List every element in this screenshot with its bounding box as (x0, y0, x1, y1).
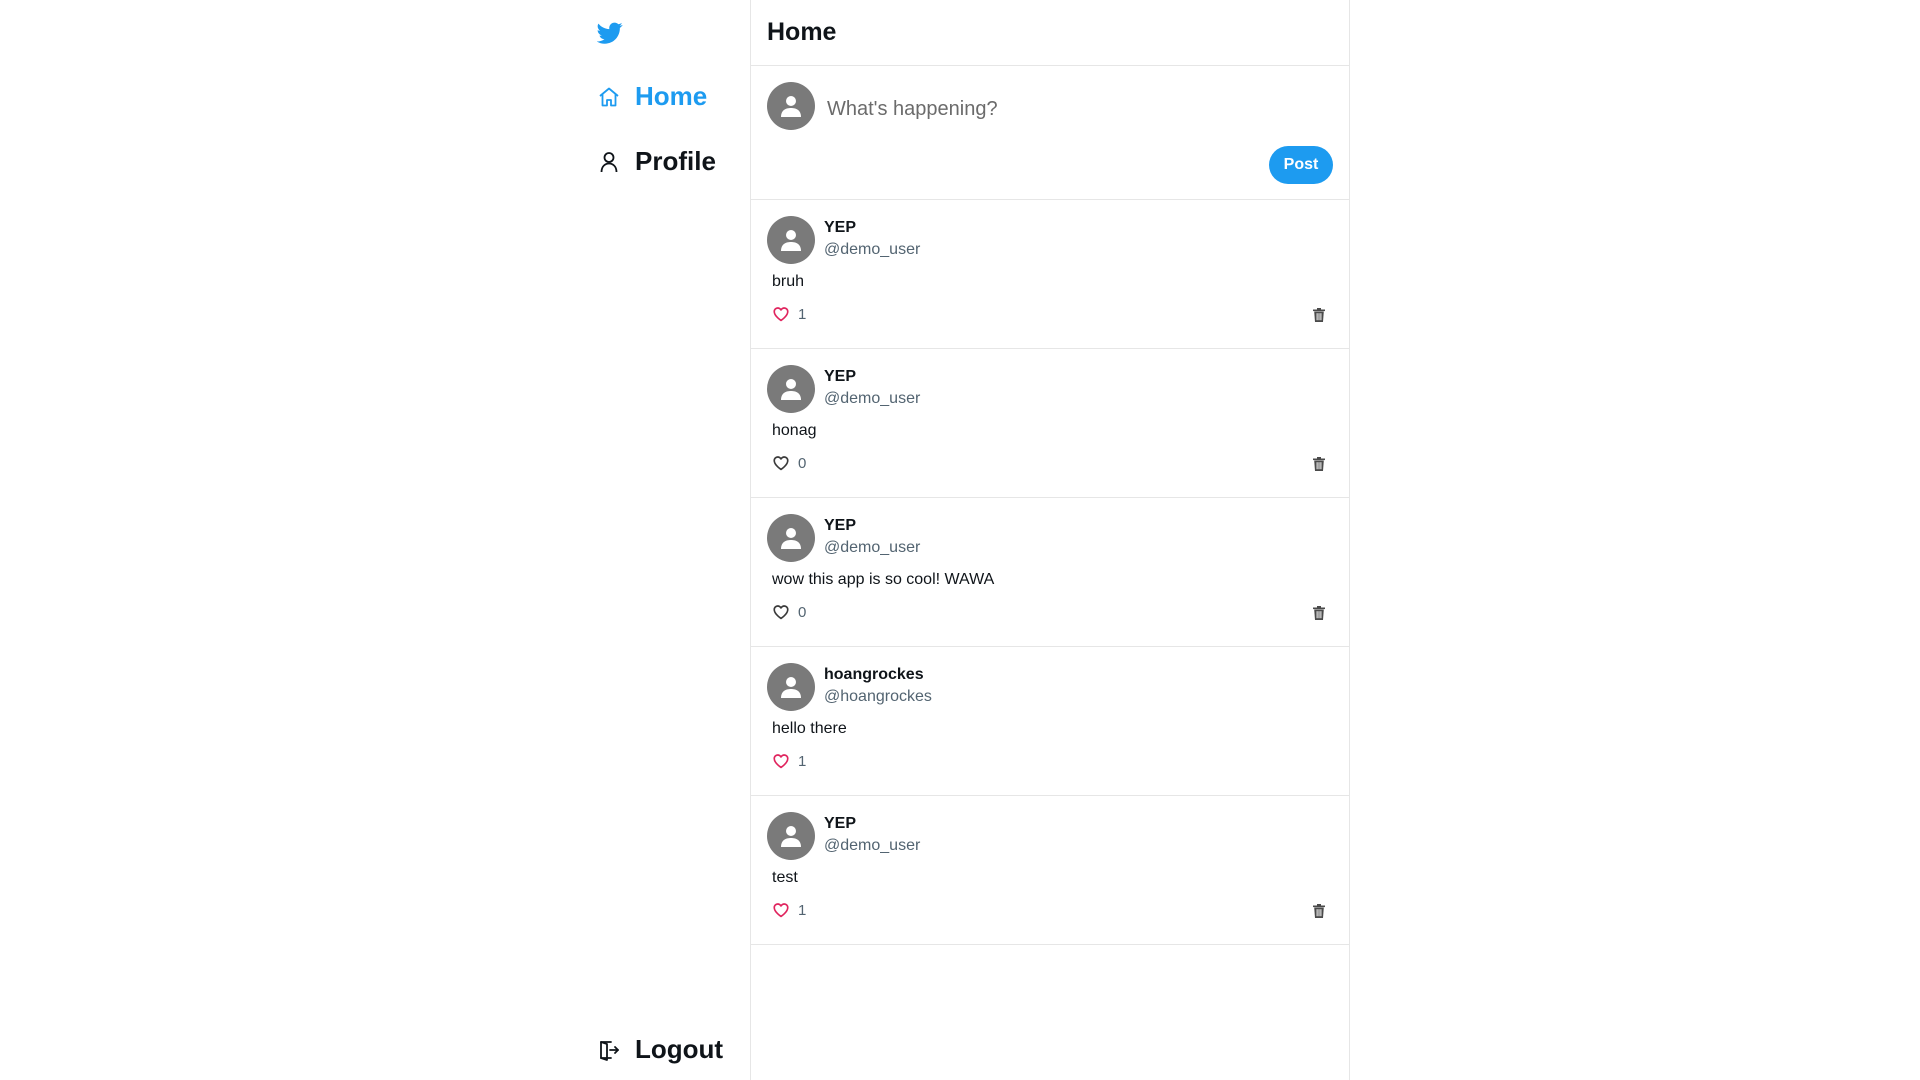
like-count: 1 (798, 752, 807, 770)
like-count: 1 (798, 901, 807, 919)
delete-button[interactable] (1311, 903, 1327, 919)
post-text: hello there (772, 720, 847, 737)
post-author-name[interactable]: YEP (824, 219, 856, 237)
avatar[interactable] (767, 514, 815, 562)
post-author-name[interactable]: YEP (824, 368, 856, 386)
delete-button[interactable] (1311, 456, 1327, 472)
post-author-handle: @demo_user (824, 837, 921, 854)
heart-icon (772, 454, 790, 472)
heart-icon (772, 305, 790, 323)
like-button[interactable]: 0 (772, 454, 806, 472)
post-author-handle: @hoangrockes (824, 688, 932, 705)
sidebar-item-profile[interactable]: Profile (597, 146, 716, 177)
sidebar-item-home[interactable]: Home (597, 81, 707, 112)
like-button[interactable]: 1 (772, 752, 806, 770)
heart-icon (772, 603, 790, 621)
twitter-bird-icon[interactable] (596, 20, 623, 46)
like-button[interactable]: 1 (772, 901, 806, 919)
sidebar-item-label: Home (635, 81, 708, 111)
trash-icon (1313, 457, 1325, 471)
like-count: 0 (798, 603, 807, 621)
trash-icon (1313, 904, 1325, 918)
app-root: Home Profile Logout Home Post (0, 0, 1920, 1080)
avatar[interactable] (767, 812, 815, 860)
compose-input[interactable] (827, 92, 1317, 126)
user-silhouette-icon (781, 826, 801, 847)
logout-icon (597, 1038, 621, 1062)
like-button[interactable]: 1 (772, 305, 806, 323)
trash-icon (1313, 308, 1325, 322)
home-icon (597, 85, 621, 109)
delete-button[interactable] (1311, 307, 1327, 323)
page-header: Home (751, 0, 1349, 66)
sidebar-item-label: Profile (635, 146, 716, 176)
post-author-name[interactable]: YEP (824, 517, 856, 535)
post-text: test (772, 869, 798, 886)
post-author-name[interactable]: hoangrockes (824, 666, 924, 684)
user-silhouette-icon (781, 528, 801, 549)
user-silhouette-icon (781, 677, 801, 698)
user-silhouette-icon (781, 230, 801, 251)
feed-post: YEP @demo_user honag 0 (751, 349, 1349, 498)
feed-post: YEP @demo_user wow this app is so cool! … (751, 498, 1349, 647)
post-author-name[interactable]: YEP (824, 815, 856, 833)
user-silhouette-icon (781, 379, 801, 400)
post-text: wow this app is so cool! WAWA (772, 571, 995, 588)
avatar[interactable] (767, 365, 815, 413)
avatar[interactable] (767, 663, 815, 711)
heart-icon (772, 901, 790, 919)
logout-button[interactable]: Logout (597, 1034, 723, 1065)
heart-icon (772, 752, 790, 770)
post-author-handle: @demo_user (824, 539, 921, 556)
like-count: 1 (798, 305, 807, 323)
delete-button[interactable] (1311, 605, 1327, 621)
feed-post: hoangrockes @hoangrockes hello there 1 (751, 647, 1349, 796)
tweet-composer: Post (751, 66, 1349, 200)
avatar (767, 82, 815, 130)
like-count: 0 (798, 454, 807, 472)
feed-post: YEP @demo_user bruh 1 (751, 200, 1349, 349)
post-author-handle: @demo_user (824, 241, 921, 258)
sidebar: Home Profile Logout (588, 0, 748, 1080)
main-column: Home Post YEP @demo_user bruh 1 YEP @dem… (750, 0, 1350, 1080)
logout-label: Logout (635, 1034, 724, 1064)
avatar[interactable] (767, 216, 815, 264)
trash-icon (1313, 606, 1325, 620)
like-button[interactable]: 0 (772, 603, 806, 621)
user-icon (597, 150, 621, 174)
post-text: honag (772, 422, 817, 439)
feed-post: YEP @demo_user test 1 (751, 796, 1349, 945)
post-author-handle: @demo_user (824, 390, 921, 407)
page-title: Home (767, 18, 837, 46)
feed: YEP @demo_user bruh 1 YEP @demo_user hon… (751, 200, 1349, 945)
user-silhouette-icon (781, 96, 801, 117)
post-text: bruh (772, 273, 805, 290)
post-button[interactable]: Post (1269, 146, 1333, 184)
